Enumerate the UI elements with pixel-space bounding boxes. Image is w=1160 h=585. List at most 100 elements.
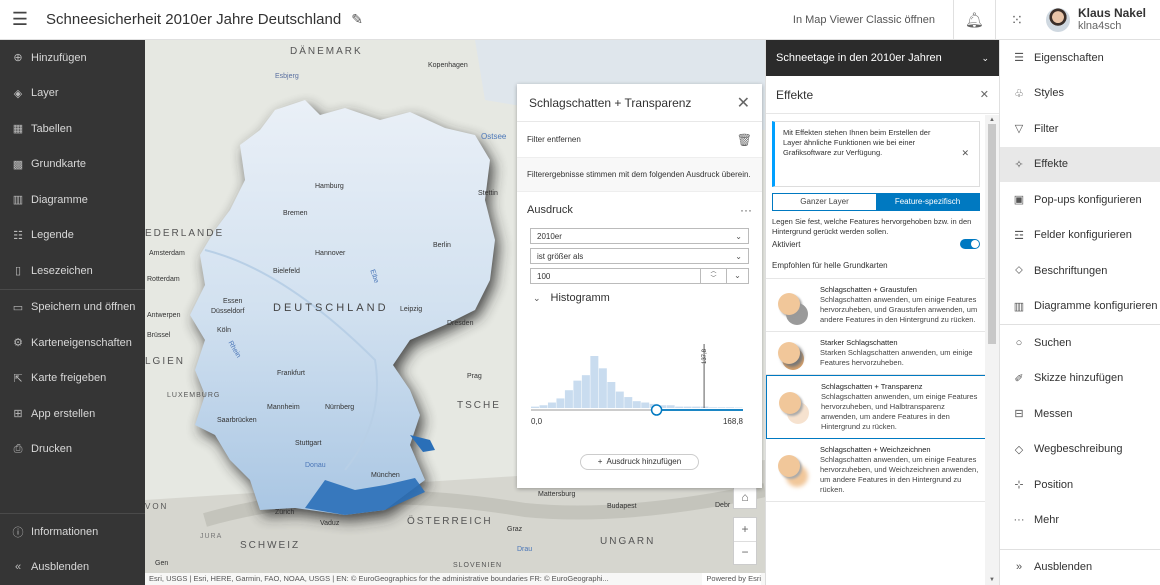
enabled-toggle[interactable] [960, 239, 980, 249]
more-options-icon[interactable]: ··· [740, 203, 752, 217]
notification-bell-icon[interactable]: 🔔︎ [954, 0, 996, 40]
expression-header: Ausdruck ··· [517, 192, 762, 228]
field-select[interactable]: 2010er ⌄ [530, 228, 749, 244]
nav-basemap[interactable]: ▩ Grundkarte [0, 147, 145, 183]
trash-icon[interactable]: 🗑︎ [737, 133, 752, 147]
location-icon: ⊹ [1014, 479, 1024, 492]
nav-legend[interactable]: ☷ Legende [0, 218, 145, 254]
close-icon[interactable]: ✕ [737, 93, 750, 113]
histogram-bar [717, 407, 726, 408]
nav-save-open[interactable]: ▭ Speichern und öffnen [0, 290, 145, 326]
filter-panel-title: Schlagschatten + Transparenz [529, 95, 692, 110]
effects-scrollbar-thumb[interactable] [988, 124, 996, 344]
histogram-bar [556, 398, 565, 408]
right-toolbar: ☰ Eigenschaften ♧ Styles ▽ Filter ✧ Effekte … [999, 40, 1160, 585]
menu-icon[interactable]: ☰ [0, 9, 40, 30]
tool-measure[interactable]: ⊟ Messen [1000, 396, 1160, 432]
expression-label: Ausdruck [527, 204, 573, 216]
popup-icon: ▣ [1013, 194, 1025, 207]
tab-whole-layer[interactable]: Ganzer Layer [773, 194, 876, 210]
nav-create-app[interactable]: ⊞ App erstellen [0, 396, 145, 432]
search-icon: ○ [1015, 336, 1023, 349]
histogram-toggle[interactable]: ⌄ Histogramm [517, 284, 762, 304]
chevron-down-icon: ⌄ [735, 231, 742, 241]
effects-description: Legen Sie fest, welche Features hervorge… [772, 217, 972, 236]
map-label-kopenhagen: Kopenhagen [428, 62, 468, 69]
nav-bookmarks[interactable]: ▯ Lesezeichen [0, 253, 145, 289]
layer-dropdown[interactable]: Schneetage in den 2010er Jahren ⌄ [766, 40, 999, 76]
tool-configure-popups[interactable]: ▣ Pop-ups konfigurieren [1000, 182, 1160, 218]
nav-charts[interactable]: ▥ Diagramme [0, 182, 145, 218]
histogram-bar [564, 390, 573, 408]
map-label-koeln: Köln [217, 327, 232, 334]
map-label-hamburg: Hamburg [315, 183, 344, 190]
map-label-netherlands: EDERLANDE [145, 228, 225, 239]
nav-add[interactable]: ⊕ Hinzufügen [0, 40, 145, 76]
effect-card-shadow-grayscale[interactable]: Schlagschatten + Graustufen Schlagschatte… [766, 279, 986, 332]
histogram-bar [675, 406, 684, 408]
filter-panel: Schlagschatten + Transparenz ✕ Filter en… [517, 84, 762, 488]
operator-select[interactable]: ist größer als ⌄ [530, 248, 749, 264]
folder-icon: ▭ [12, 301, 24, 314]
tool-location[interactable]: ⊹ Position [1000, 467, 1160, 503]
histogram-bar [700, 406, 709, 408]
tool-add-sketch[interactable]: ✐ Skizze hinzufügen [1000, 361, 1160, 397]
effect-card-shadow-transparency[interactable]: Schlagschatten + Transparenz Schlagschatt… [766, 375, 986, 439]
histogram-bar [607, 382, 616, 408]
zoom-control: + − [733, 517, 757, 565]
nav-collapse[interactable]: «Ausblenden [0, 550, 145, 585]
powered-by-esri[interactable]: Powered by Esri [702, 573, 761, 585]
histogram-bar [692, 406, 701, 408]
tool-filter[interactable]: ▽ Filter [1000, 111, 1160, 147]
tool-labels[interactable]: ⬦ Beschriftungen [1000, 253, 1160, 289]
close-icon[interactable]: ✕ [980, 88, 989, 101]
map-label-donau: Donau [305, 462, 326, 469]
tool-directions[interactable]: ◇ Wegbeschreibung [1000, 432, 1160, 468]
map-label-switzerland: SCHWEIZ [240, 540, 301, 551]
filter-icon: ▽ [1014, 123, 1024, 136]
effects-panel: Schneetage in den 2010er Jahren ⌄ Effekt… [765, 40, 999, 585]
map-label-berlin: Berlin [433, 242, 451, 249]
remove-filter-label: Filter entfernen [527, 135, 581, 144]
value-chevron-down-icon[interactable]: ⌄ [727, 268, 749, 284]
zoom-in-button[interactable]: + [734, 518, 756, 542]
effect-card-shadow-blur[interactable]: Schlagschatten + Weichzeichnen Schlagscha… [766, 439, 986, 502]
user-menu[interactable]: Klaus Nakel klna4sch [1038, 6, 1160, 33]
tool-configure-fields[interactable]: ☲ Felder konfigurieren [1000, 218, 1160, 254]
zoom-out-button[interactable]: − [734, 542, 756, 565]
edit-title-icon[interactable]: ✎ [351, 11, 363, 28]
tool-collapse[interactable]: » Ausblenden [1000, 550, 1160, 585]
home-button[interactable]: ⌂ [733, 485, 757, 509]
effect-thumbnail [772, 338, 812, 370]
nav-information[interactable]: ⓘ Informationen [0, 514, 145, 550]
tool-more[interactable]: ··· Mehr [1000, 503, 1160, 539]
nav-print[interactable]: ⎙ Drucken [0, 432, 145, 468]
nav-map-properties[interactable]: ⚙ Karteneigenschaften [0, 325, 145, 361]
map-label-denmark: DÄNEMARK [290, 46, 363, 57]
effect-card-strong-shadow[interactable]: Starker Schlagschatten Starken Schlagscha… [766, 332, 986, 375]
effects-icon: ✧ [1014, 158, 1024, 171]
value-stepper[interactable]: ︿ ﹀ [701, 268, 727, 284]
value-input[interactable]: 100 [530, 268, 701, 284]
tool-effects[interactable]: ✧ Effekte [1000, 146, 1160, 182]
nav-tables[interactable]: ▦ Tabellen [0, 111, 145, 147]
histogram-slider-handle[interactable] [650, 404, 663, 416]
close-notice-icon[interactable]: ✕ [961, 148, 969, 158]
effect-thumbnail [772, 445, 812, 495]
classic-viewer-link[interactable]: In Map Viewer Classic öffnen [775, 0, 954, 40]
tab-feature-specific[interactable]: Feature-spezifisch [876, 194, 979, 210]
app-launcher-icon[interactable]: ⁙ [996, 0, 1038, 40]
tool-styles[interactable]: ♧ Styles [1000, 76, 1160, 112]
histogram-chart[interactable]: 137,8 0,0 168,8 [517, 342, 762, 442]
map-label-belgium: LGIEN [145, 356, 186, 367]
add-expression-button[interactable]: + Ausdruck hinzufügen [580, 454, 699, 470]
tool-search[interactable]: ○ Suchen [1000, 325, 1160, 361]
chevron-down-icon: ⌄ [981, 52, 989, 63]
tool-properties[interactable]: ☰ Eigenschaften [1000, 40, 1160, 76]
nav-share-map[interactable]: ⇱ Karte freigeben [0, 361, 145, 397]
chevron-down-icon: ⌄ [735, 251, 742, 261]
nav-layers[interactable]: ◈ Layer [0, 76, 145, 112]
map-label-jura: JURA [200, 533, 223, 540]
tool-configure-charts[interactable]: ▥ Diagramme konfigurieren [1000, 289, 1160, 325]
chart-icon: ▥ [12, 194, 24, 207]
